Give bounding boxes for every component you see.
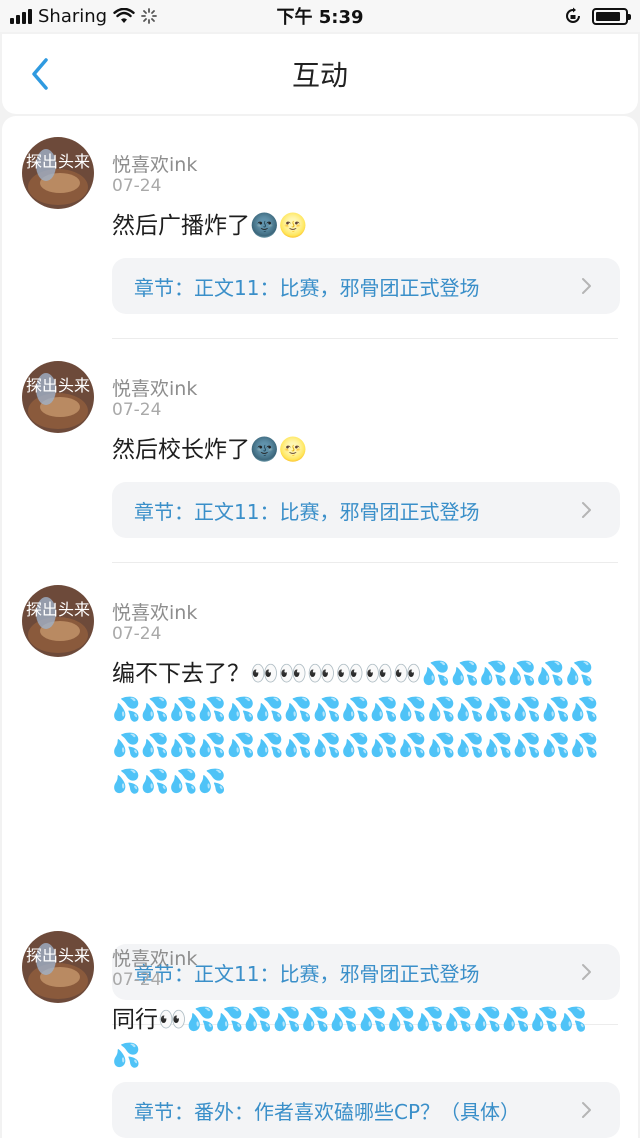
comment-date: 07-24 — [112, 624, 162, 644]
avatar-overlay-text: 探出头来 — [26, 600, 90, 619]
chevron-right-icon — [582, 1102, 591, 1118]
chapter-link[interactable]: 章节：正文11：比赛，邪骨团正式登场 — [112, 482, 620, 538]
avatar[interactable]: 探出头来 — [22, 361, 94, 433]
status-right — [564, 0, 631, 32]
comment-date: 07-24 — [112, 970, 162, 990]
nav-bar: 互动 — [2, 34, 638, 114]
status-bar: Sharing 下午 5:39 — [0, 0, 640, 32]
divider — [112, 338, 618, 339]
chapter-link[interactable]: 章节：番外：作者喜欢磕哪些CP？（具体） — [112, 1082, 620, 1138]
comment-text: 编不下去了？👀👀👀👀👀👀💦💦💦💦💦💦💦💦💦💦💦💦💦💦💦💦💦💦💦💦💦💦💦💦💦💦💦💦… — [112, 661, 599, 795]
page-title: 互动 — [291, 59, 348, 92]
avatar-overlay-text: 探出头来 — [26, 152, 90, 171]
comment-list: 探出头来 悦喜欢ink 07-24 然后广播炸了🌚🌝 章节：正文11：比赛，邪骨… — [2, 116, 638, 1138]
rotation-lock-icon — [566, 7, 580, 23]
username[interactable]: 悦喜欢ink — [112, 598, 197, 625]
chapter-label: 章节：正文11：比赛，邪骨团正式登场 — [134, 275, 480, 300]
status-time: 下午 5:39 — [276, 7, 364, 28]
comment-date: 07-24 — [112, 176, 162, 196]
comment-date: 07-24 — [112, 400, 162, 420]
chapter-label: 章节：番外：作者喜欢磕哪些CP？（具体） — [134, 1099, 521, 1124]
avatar-overlay-text: 探出头来 — [26, 946, 90, 965]
battery-icon — [592, 7, 631, 25]
username[interactable]: 悦喜欢ink — [112, 150, 197, 177]
chevron-right-icon — [582, 964, 591, 980]
username[interactable]: 悦喜欢ink — [112, 944, 197, 971]
comment-text: 然后校长炸了🌚🌝 — [112, 437, 308, 463]
username[interactable]: 悦喜欢ink — [112, 374, 197, 401]
avatar[interactable]: 探出头来 — [22, 585, 94, 657]
avatar-overlay-text: 探出头来 — [26, 376, 90, 395]
chapter-link[interactable]: 章节：正文11：比赛，邪骨团正式登场 — [112, 258, 620, 314]
avatar[interactable]: 探出头来 — [22, 137, 94, 209]
comment-text: 同行👀💦💦💦💦💦💦💦💦💦💦💦💦💦💦💦 — [112, 1007, 588, 1069]
chevron-right-icon — [582, 278, 591, 294]
battery-fill — [596, 11, 620, 21]
chevron-right-icon — [582, 502, 591, 518]
avatar[interactable]: 探出头来 — [22, 931, 94, 1003]
chapter-label: 章节：正文11：比赛，邪骨团正式登场 — [134, 499, 480, 524]
comment-text: 然后广播炸了🌚🌝 — [112, 213, 308, 239]
divider — [112, 562, 618, 563]
